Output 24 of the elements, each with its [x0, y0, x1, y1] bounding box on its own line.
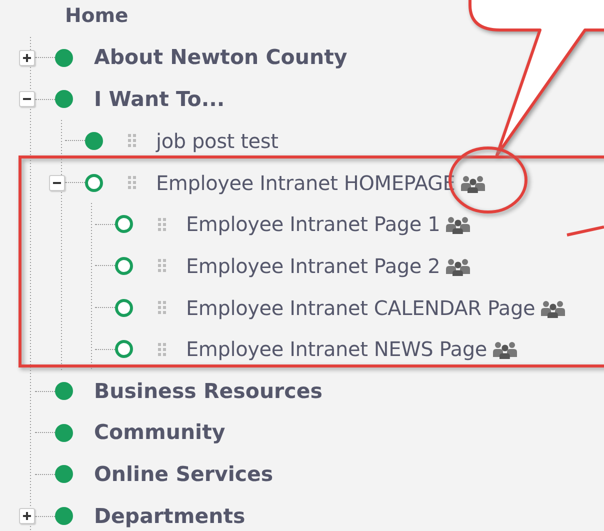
toggle-icon [22, 511, 32, 522]
expand-toggle[interactable] [19, 91, 35, 108]
expand-toggle[interactable] [19, 50, 35, 66]
tree-node-label[interactable]: job post test [156, 126, 278, 156]
tree-node-label[interactable]: Online Services [94, 459, 274, 490]
tree-node-label[interactable]: Community [94, 417, 226, 448]
expand-toggle[interactable] [49, 174, 65, 191]
drag-handle-icon[interactable] [128, 176, 136, 190]
tree-node-label[interactable]: About Newton County [94, 42, 348, 73]
tree-node-label[interactable]: Employee Intranet CALENDAR Page [186, 292, 536, 323]
tree-node-label[interactable]: Departments [94, 500, 246, 531]
tree-node-label[interactable]: Employee Intranet Page 1 [186, 209, 440, 240]
tree-node-label[interactable]: Employee Intranet NEWS Page [186, 334, 487, 364]
drag-handle-icon[interactable] [158, 301, 166, 314]
tree-node-label[interactable]: I Want To... [94, 84, 225, 115]
expand-toggle[interactable] [19, 508, 35, 524]
tree-node-label[interactable]: Employee Intranet Page 2 [186, 250, 440, 281]
tree-node-label[interactable]: Home [65, 1, 128, 30]
drag-handle-icon[interactable] [158, 259, 166, 272]
toggle-icon [22, 52, 32, 63]
drag-handle-icon[interactable] [158, 218, 166, 231]
drag-handle-icon[interactable] [158, 342, 166, 356]
drag-handle-icon[interactable] [128, 134, 136, 148]
tree-node-label[interactable]: Business Resources [94, 376, 322, 406]
